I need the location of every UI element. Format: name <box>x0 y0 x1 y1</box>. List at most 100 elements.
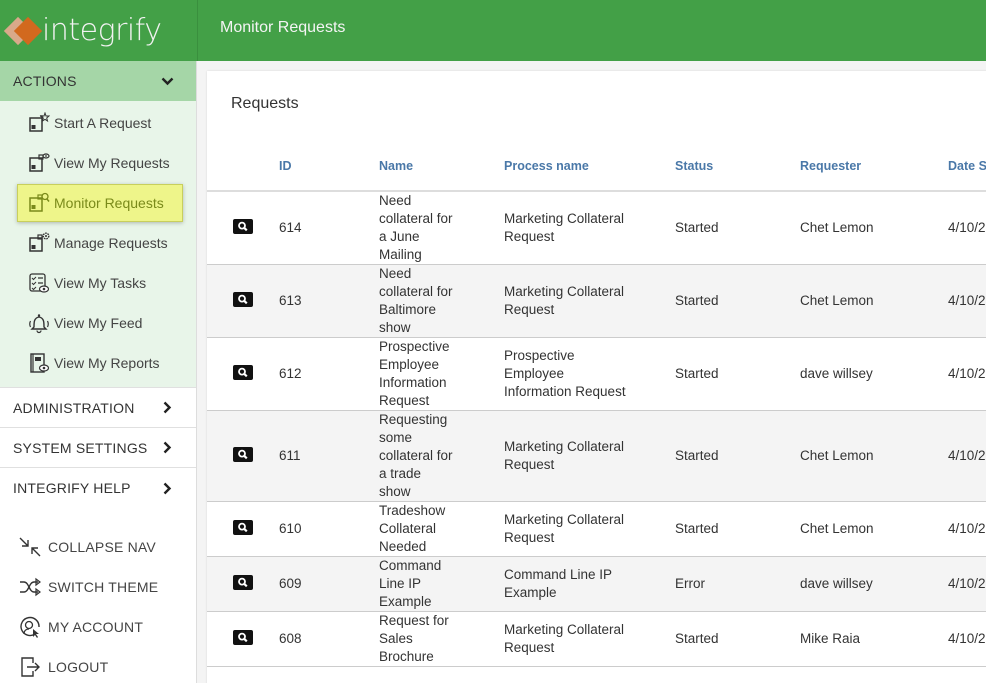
chevron-right-icon <box>160 401 174 415</box>
account-icon <box>18 615 42 639</box>
sidebar-item-monitor-requests[interactable]: Monitor Requests <box>17 184 183 222</box>
cell-date-started: 4/10/20 <box>948 501 986 557</box>
collapse-nav-button[interactable]: COLLAPSE NAV <box>0 527 196 567</box>
logo[interactable]: integrify <box>0 0 197 61</box>
view-request-button[interactable] <box>233 292 253 307</box>
logo-text: integrify <box>42 13 162 48</box>
logout-button[interactable]: LOGOUT <box>0 647 196 683</box>
page-title: Monitor Requests <box>220 19 346 36</box>
search-icon <box>238 577 248 588</box>
view-request-button[interactable] <box>233 630 253 645</box>
cell-process-name: Marketing Collateral Request <box>504 284 625 317</box>
sidebar-item-manage-requests[interactable]: Manage Requests <box>0 223 196 263</box>
section-label: ADMINISTRATION <box>13 399 135 416</box>
sidebar-section-actions[interactable]: ACTIONS <box>0 61 196 101</box>
requests-table: ID Name Process name Status Requester Da… <box>207 141 986 667</box>
sidebar-item-label: Monitor Requests <box>54 195 164 211</box>
column-header-status[interactable]: Status <box>675 141 800 192</box>
manage-requests-icon <box>28 232 50 254</box>
sidebar-section-system-settings[interactable]: SYSTEM SETTINGS <box>0 428 196 468</box>
cell-process-name: Prospective Employee Information Request <box>504 348 626 399</box>
my-account-button[interactable]: MY ACCOUNT <box>0 607 196 647</box>
reports-icon <box>28 352 50 374</box>
shuffle-icon <box>18 575 42 599</box>
cell-id: 608 <box>279 611 379 667</box>
view-request-button[interactable] <box>233 575 253 590</box>
sidebar-item-view-my-tasks[interactable]: View My Tasks <box>0 263 196 303</box>
cell-process-name: Marketing Collateral Request <box>504 439 625 472</box>
sidebar-item-view-my-requests[interactable]: View My Requests <box>0 143 196 183</box>
bottom-item-label: COLLAPSE NAV <box>48 539 156 555</box>
table-row[interactable]: 608 Request for Sales Brochure Marketing… <box>207 611 986 667</box>
sidebar-section-administration[interactable]: ADMINISTRATION <box>0 388 196 428</box>
cell-date-started: 4/10/20 <box>948 337 986 411</box>
cell-status: Started <box>675 611 800 667</box>
switch-theme-button[interactable]: SWITCH THEME <box>0 567 196 607</box>
top-header: integrify Monitor Requests <box>0 0 986 61</box>
table-row[interactable]: 610 Tradeshow Collateral Needed Marketin… <box>207 501 986 557</box>
table-row[interactable]: 611 Requesting some collateral for a tra… <box>207 410 986 502</box>
sidebar-section-integrify-help[interactable]: INTEGRIFY HELP <box>0 468 196 508</box>
bottom-item-label: LOGOUT <box>48 659 109 675</box>
cell-status: Started <box>675 337 800 411</box>
cell-requester: Chet Lemon <box>800 191 948 265</box>
view-request-button[interactable] <box>233 447 253 462</box>
search-icon <box>238 632 248 643</box>
collapse-icon <box>18 535 42 559</box>
cell-id: 613 <box>279 264 379 338</box>
header-divider <box>197 0 198 61</box>
table-row[interactable]: 609 Command Line IP Example Command Line… <box>207 556 986 612</box>
sidebar: ACTIONS Start A Request View My Requests… <box>0 61 197 683</box>
cell-date-started: 4/10/20 <box>948 556 986 612</box>
cell-requester: Chet Lemon <box>800 264 948 338</box>
cell-name: Requesting some collateral for a trade s… <box>379 412 453 499</box>
cell-status: Started <box>675 191 800 265</box>
sidebar-item-label: View My Tasks <box>54 275 147 291</box>
cell-name: Need collateral for Baltimore show <box>379 266 453 335</box>
cell-requester: Mike Raia <box>800 611 948 667</box>
search-icon <box>238 522 248 533</box>
table-row[interactable]: 612 Prospective Employee Information Req… <box>207 337 986 411</box>
cell-requester: dave willsey <box>800 337 948 411</box>
tasks-icon <box>28 272 50 294</box>
actions-list: Start A Request View My Requests Monitor… <box>0 101 196 388</box>
sidebar-item-view-my-reports[interactable]: View My Reports <box>0 343 196 383</box>
cell-date-started: 4/10/20 <box>948 611 986 667</box>
chevron-right-icon <box>160 441 174 455</box>
search-icon <box>238 449 248 460</box>
section-label: SYSTEM SETTINGS <box>13 439 148 456</box>
card-title: Requests <box>231 95 299 112</box>
view-request-button[interactable] <box>233 365 253 380</box>
cell-requester: Chet Lemon <box>800 501 948 557</box>
cell-date-started: 4/10/20 <box>948 191 986 265</box>
logo-mark-icon <box>3 14 43 48</box>
cell-name: Need collateral for a June Mailing <box>379 193 453 262</box>
column-header-name[interactable]: Name <box>379 141 504 192</box>
cell-id: 611 <box>279 410 379 502</box>
view-requests-icon <box>28 152 50 174</box>
bottom-item-label: MY ACCOUNT <box>48 619 144 635</box>
cell-requester: Chet Lemon <box>800 410 948 502</box>
view-request-button[interactable] <box>233 520 253 535</box>
bottom-item-label: SWITCH THEME <box>48 579 159 595</box>
cell-date-started: 4/10/20 <box>948 264 986 338</box>
table-row[interactable]: 614 Need collateral for a June Mailing M… <box>207 191 986 265</box>
section-label: INTEGRIFY HELP <box>13 480 131 496</box>
search-icon <box>238 294 248 305</box>
sidebar-item-label: Manage Requests <box>54 235 168 251</box>
chevron-right-icon <box>160 481 174 495</box>
table-row[interactable]: 613 Need collateral for Baltimore show M… <box>207 264 986 338</box>
monitor-requests-icon <box>28 192 50 214</box>
cell-process-name: Marketing Collateral Request <box>504 512 625 545</box>
column-header-id[interactable]: ID <box>279 141 379 192</box>
cell-status: Started <box>675 264 800 338</box>
view-request-button[interactable] <box>233 219 253 234</box>
search-icon <box>238 221 248 232</box>
column-header-requester[interactable]: Requester <box>800 141 948 192</box>
logout-icon <box>18 655 42 679</box>
table-header-row: ID Name Process name Status Requester Da… <box>207 141 986 192</box>
column-header-date-started[interactable]: Date S <box>948 141 986 192</box>
sidebar-item-start-request[interactable]: Start A Request <box>0 103 196 143</box>
column-header-process-name[interactable]: Process name <box>504 141 675 192</box>
sidebar-item-view-my-feed[interactable]: View My Feed <box>0 303 196 343</box>
